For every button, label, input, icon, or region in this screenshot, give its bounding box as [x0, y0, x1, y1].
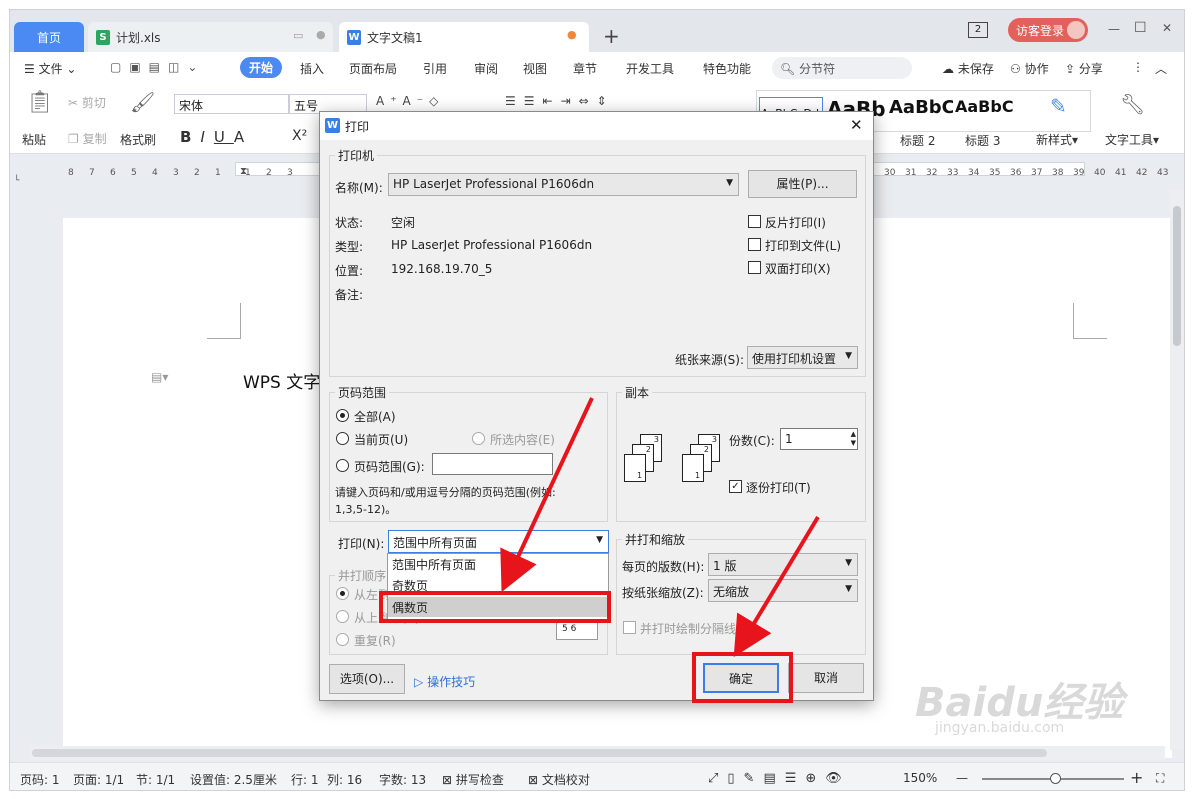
annotation-arrows: [500, 397, 820, 658]
arrow-to-ok-button: [733, 515, 820, 658]
arrow-to-even-pages: [500, 397, 594, 593]
